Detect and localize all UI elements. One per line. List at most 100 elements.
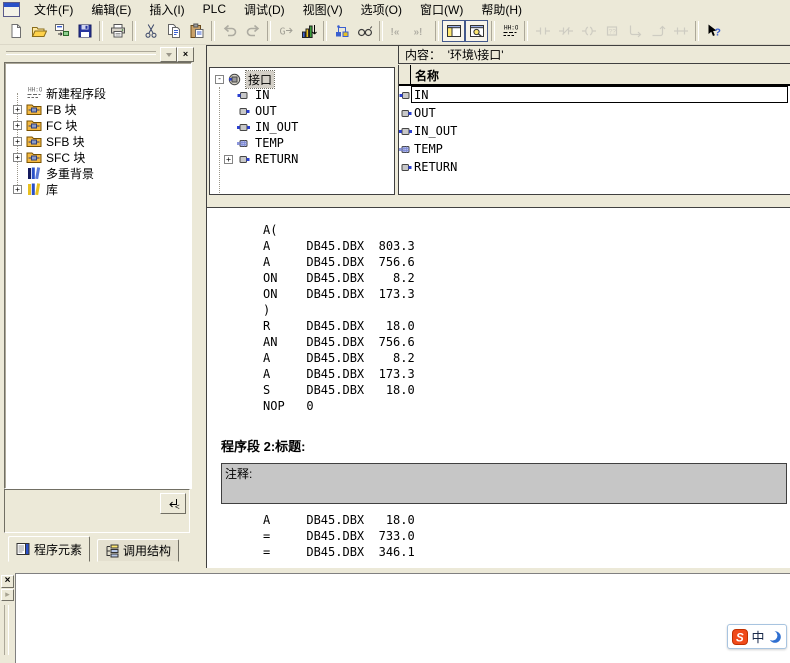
folder-block-icon	[26, 117, 42, 133]
output-splitter[interactable]	[4, 605, 9, 655]
overview-button[interactable]	[442, 20, 465, 42]
detail-view-button[interactable]	[465, 20, 488, 42]
connector-button	[669, 20, 692, 42]
comment-label: 注释:	[225, 467, 252, 481]
monitor-button[interactable]	[353, 20, 376, 42]
menu-edit[interactable]: 编辑(E)	[82, 0, 140, 20]
palette-item-label: 库	[46, 181, 58, 198]
output-close-button[interactable]: ×	[1, 575, 14, 588]
contents-header: 内容： '环境\接口'	[398, 46, 790, 64]
interface-item-temp[interactable]: TEMP	[210, 135, 394, 151]
palette-grip-handle[interactable]	[6, 51, 156, 55]
contents-path: 内容： '环境\接口'	[405, 46, 504, 63]
contact-no-icon	[535, 23, 551, 39]
previous-error-button: !«	[386, 20, 409, 42]
menu-help[interactable]: 帮助(H)	[472, 0, 531, 20]
expand-plus-icon[interactable]: +	[13, 185, 22, 194]
menu-insert[interactable]: 插入(I)	[140, 0, 193, 20]
collapse-minus-icon[interactable]: -	[215, 75, 224, 84]
paste-button[interactable]	[185, 20, 208, 42]
redo-icon	[245, 23, 261, 39]
declaration-row-return[interactable]: RETURN	[399, 158, 790, 176]
stl-code-editor[interactable]: A( A DB45.DBX 803.3 A DB45.DBX 756.6 ON …	[206, 207, 790, 568]
expand-plus-icon[interactable]: +	[13, 153, 22, 162]
palette-item-fb-blocks[interactable]: +FB 块	[5, 101, 191, 117]
svg-text:S: S	[736, 632, 744, 644]
declaration-row-temp[interactable]: TEMP	[399, 140, 790, 158]
decl-inout-icon	[237, 121, 250, 134]
help-button[interactable]: ?	[702, 20, 725, 42]
output-expand-button[interactable]: ▸	[1, 589, 14, 601]
ime-status-bar[interactable]: S 中	[727, 624, 787, 649]
network2-code[interactable]: A DB45.DBX 18.0 = DB45.DBX 733.0 = DB45.…	[263, 512, 415, 560]
decl-root-icon	[228, 73, 241, 86]
interface-item-return[interactable]: +RETURN	[210, 151, 394, 167]
menu-view[interactable]: 视图(V)	[294, 0, 352, 20]
menu-options[interactable]: 选项(O)	[352, 0, 411, 20]
network1-code[interactable]: A( A DB45.DBX 803.3 A DB45.DBX 756.6 ON …	[263, 222, 415, 414]
declaration-row-out[interactable]: OUT	[399, 104, 790, 122]
new-document-button[interactable]	[4, 20, 27, 42]
declaration-name: TEMP	[414, 142, 443, 156]
next-error-button: »!	[409, 20, 432, 42]
interface-item-in[interactable]: IN	[210, 87, 394, 103]
menu-items: 文件(F)编辑(E)插入(I)PLC调试(D)视图(V)选项(O)窗口(W)帮助…	[25, 0, 531, 18]
insert-element-button[interactable]: <	[160, 493, 186, 514]
save-button[interactable]	[73, 20, 96, 42]
network2-comment-box[interactable]: 注释:	[221, 463, 787, 504]
palette-item-label: FC 块	[46, 117, 77, 134]
palette-menu-button[interactable]	[160, 47, 177, 62]
expand-plus-icon[interactable]: +	[13, 105, 22, 114]
interface-root-item[interactable]: -接口	[210, 71, 394, 87]
cut-button[interactable]	[139, 20, 162, 42]
palette-item-libraries[interactable]: +库	[5, 181, 191, 197]
palette-item-sfc-blocks[interactable]: +SFC 块	[5, 149, 191, 165]
print-button[interactable]	[106, 20, 129, 42]
input-method-logo-icon[interactable]: S	[732, 629, 748, 645]
palette-item-sfb-blocks[interactable]: +SFB 块	[5, 133, 191, 149]
palette-item-new-network[interactable]: HH:O新建程序段	[5, 85, 191, 101]
declaration-row-in_out[interactable]: IN_OUT	[399, 122, 790, 140]
icon-column-header	[399, 65, 411, 84]
download-button[interactable]	[297, 20, 320, 42]
new-network-button[interactable]: HH:O	[498, 20, 521, 42]
declaration-row-in[interactable]: IN	[399, 86, 790, 104]
interface-declaration-pane: -接口INOUTIN_OUTTEMP+RETURN	[209, 67, 395, 195]
svg-text:G: G	[279, 27, 285, 38]
open-button[interactable]	[27, 20, 50, 42]
network2-title[interactable]: 程序段 2:标题:	[221, 436, 306, 455]
interface-item-in_out[interactable]: IN_OUT	[210, 119, 394, 135]
expand-plus-icon[interactable]: +	[13, 137, 22, 146]
tab-call-structure[interactable]: 调用结构	[97, 539, 179, 562]
full-width-moon-icon[interactable]	[768, 630, 782, 644]
element-description-box: <	[4, 489, 190, 533]
save-icon	[77, 23, 93, 39]
ime-chinese-mode-indicator[interactable]: 中	[751, 627, 764, 646]
symbol-information-button[interactable]	[330, 20, 353, 42]
contact-nc-icon	[558, 23, 574, 39]
palette-close-button[interactable]: ×	[177, 47, 194, 62]
download-icon	[301, 23, 317, 39]
menu-debug[interactable]: 调试(D)	[235, 0, 294, 20]
menu-file[interactable]: 文件(F)	[25, 0, 82, 20]
open-icon	[31, 23, 47, 39]
menu-window[interactable]: 窗口(W)	[411, 0, 472, 20]
palette-item-fc-blocks[interactable]: + FC 块	[5, 117, 191, 133]
books-blue-icon	[26, 165, 42, 181]
menu-plc[interactable]: PLC	[194, 0, 235, 18]
palette-item-multi-instance[interactable]: 多重背景	[5, 165, 191, 181]
tab-program-elements[interactable]: 程序元素	[8, 536, 90, 562]
books-lib-icon	[26, 181, 42, 197]
open-branch-button	[623, 20, 646, 42]
decl-temp-icon	[237, 137, 250, 150]
interface-item-out[interactable]: OUT	[210, 103, 394, 119]
declaration-name: RETURN	[414, 160, 457, 174]
copy-icon	[166, 23, 182, 39]
open-online-button[interactable]	[50, 20, 73, 42]
interface-item-label: IN	[255, 88, 269, 102]
previous-error-icon: !«	[390, 23, 406, 39]
system-menu-icon[interactable]	[3, 2, 20, 17]
expand-plus-icon[interactable]: +	[224, 155, 233, 164]
copy-button[interactable]	[162, 20, 185, 42]
expand-plus-icon[interactable]: +	[13, 121, 22, 130]
